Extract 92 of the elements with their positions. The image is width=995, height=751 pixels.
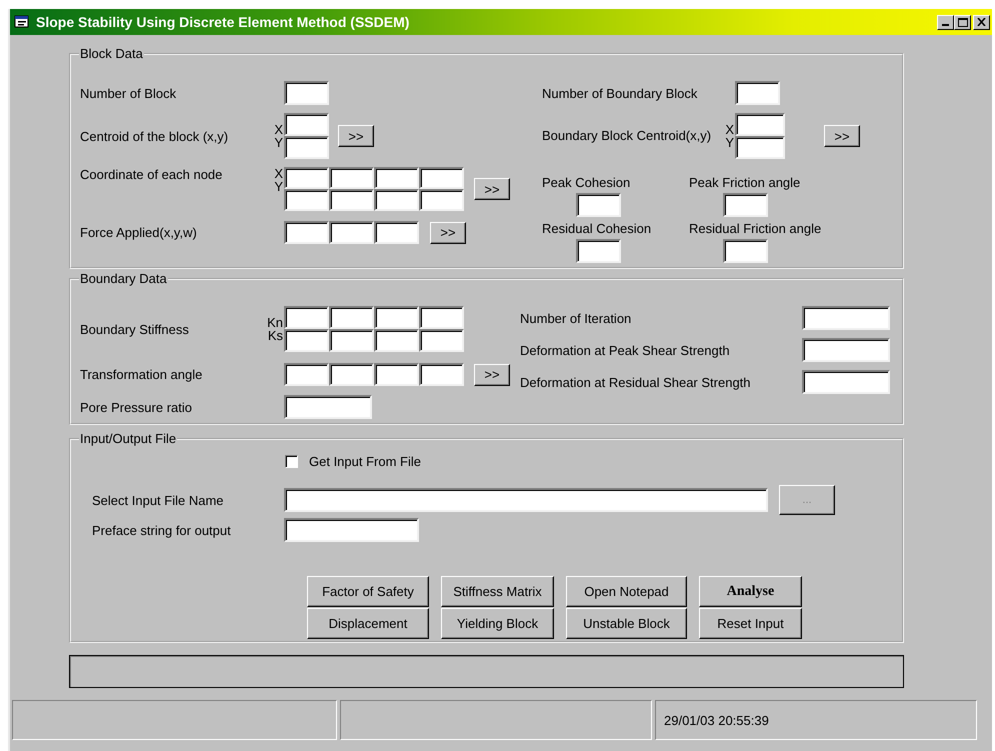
- text-field[interactable]: [329, 167, 374, 189]
- maximize-icon: [958, 18, 968, 26]
- field-label: Number of Block: [80, 86, 178, 100]
- text-field[interactable]: [329, 363, 374, 386]
- text-field[interactable]: [284, 81, 329, 105]
- text-field[interactable]: [723, 193, 768, 217]
- text-field[interactable]: [419, 306, 464, 329]
- window-icon: [14, 15, 30, 29]
- text-field[interactable]: [284, 306, 329, 329]
- action-button[interactable]: Reset Input: [699, 608, 802, 639]
- field-label: Centroid of the block (x,y): [80, 128, 230, 144]
- field-label: Number of Boundary Block: [542, 86, 698, 100]
- text-field[interactable]: [735, 113, 785, 136]
- field-label: Deformation at Residual Shear Strength: [520, 374, 752, 390]
- text-field[interactable]: [576, 239, 621, 263]
- text-field[interactable]: [329, 221, 374, 244]
- text-field[interactable]: [419, 329, 464, 352]
- field-label: Transformation angle: [80, 367, 204, 382]
- text-field[interactable]: [419, 363, 464, 386]
- axis-label: X: [273, 123, 283, 136]
- axis-label: Y: [273, 180, 283, 193]
- text-field[interactable]: [735, 81, 780, 105]
- text-field[interactable]: [735, 136, 785, 159]
- text-field[interactable]: [802, 338, 890, 362]
- text-field[interactable]: [284, 189, 329, 211]
- frame-title: Input/Output File: [79, 431, 178, 446]
- text-field[interactable]: [284, 136, 329, 159]
- text-field[interactable]: [419, 167, 464, 189]
- text-field[interactable]: [284, 363, 329, 386]
- text-field[interactable]: [723, 239, 768, 263]
- action-button[interactable]: Analyse: [699, 576, 802, 607]
- axis-label: Kn: [266, 316, 283, 329]
- text-field[interactable]: [374, 189, 419, 211]
- text-field[interactable]: [329, 329, 374, 352]
- text-field[interactable]: [284, 329, 329, 352]
- text-field[interactable]: [374, 167, 419, 189]
- text-field[interactable]: [419, 189, 464, 211]
- text-field[interactable]: [576, 193, 621, 217]
- field-label: Deformation at Peak Shear Strength: [520, 342, 731, 358]
- field-label: Preface string for output: [91, 522, 232, 538]
- action-button[interactable]: Yielding Block: [441, 608, 554, 639]
- field-label: Boundary Block Centroid(x,y): [542, 129, 712, 143]
- frame-title: Boundary Data: [79, 271, 168, 286]
- expand-button[interactable]: >>: [474, 178, 510, 200]
- status-datetime: 29/01/03 20:55:39: [664, 712, 769, 728]
- action-button[interactable]: Factor of Safety: [307, 576, 429, 607]
- text-field[interactable]: [284, 221, 329, 244]
- field-label: Residual Cohesion: [542, 221, 652, 236]
- axis-label: Y: [724, 136, 734, 149]
- text-field[interactable]: [802, 370, 890, 394]
- field-label: Residual Friction angle: [689, 221, 822, 236]
- action-button[interactable]: Open Notepad: [566, 576, 687, 607]
- field-label: Force Applied(x,y,w): [80, 225, 198, 240]
- text-field[interactable]: [374, 221, 419, 244]
- expand-button[interactable]: >>: [338, 125, 374, 147]
- field-label: Boundary Stiffness: [80, 322, 190, 336]
- action-button[interactable]: Stiffness Matrix: [441, 576, 554, 607]
- text-field[interactable]: [374, 306, 419, 329]
- expand-button[interactable]: >>: [430, 222, 466, 244]
- field-label: Peak Friction angle: [689, 175, 802, 190]
- axis-label: X: [273, 167, 283, 180]
- text-field[interactable]: [284, 113, 329, 136]
- close-icon: [977, 18, 986, 26]
- text-field[interactable]: [329, 189, 374, 211]
- text-field[interactable]: [284, 167, 329, 189]
- file-name-field[interactable]: [284, 488, 768, 512]
- minimize-button[interactable]: [937, 14, 954, 30]
- field-label: Number of Iteration: [520, 310, 632, 326]
- text-field[interactable]: [374, 329, 419, 352]
- axis-label: X: [724, 123, 734, 136]
- field-label: Pore Pressure ratio: [80, 400, 193, 414]
- minimize-icon: [942, 24, 949, 26]
- close-button[interactable]: [973, 14, 990, 30]
- window-title: Slope Stability Using Discrete Element Method (SSDEM): [36, 14, 410, 30]
- action-button[interactable]: Displacement: [307, 608, 429, 639]
- field-label: Get Input From File: [309, 454, 421, 469]
- text-field[interactable]: [374, 363, 419, 386]
- expand-button[interactable]: >>: [824, 125, 860, 147]
- axis-label: Ks: [266, 329, 283, 342]
- text-field[interactable]: [329, 306, 374, 329]
- action-button[interactable]: Unstable Block: [566, 608, 687, 639]
- frame-title: Block Data: [79, 46, 144, 61]
- text-field[interactable]: [284, 518, 419, 542]
- checkbox[interactable]: [285, 455, 298, 468]
- field-label: Select Input File Name: [91, 492, 225, 508]
- text-field[interactable]: [802, 306, 890, 330]
- text-field[interactable]: [284, 395, 372, 419]
- field-label: Peak Cohesion: [542, 175, 632, 190]
- field-label: Coordinate of each node: [80, 167, 224, 182]
- maximize-button[interactable]: [954, 14, 971, 30]
- axis-label: Y: [273, 136, 283, 149]
- expand-button[interactable]: >>: [474, 364, 510, 386]
